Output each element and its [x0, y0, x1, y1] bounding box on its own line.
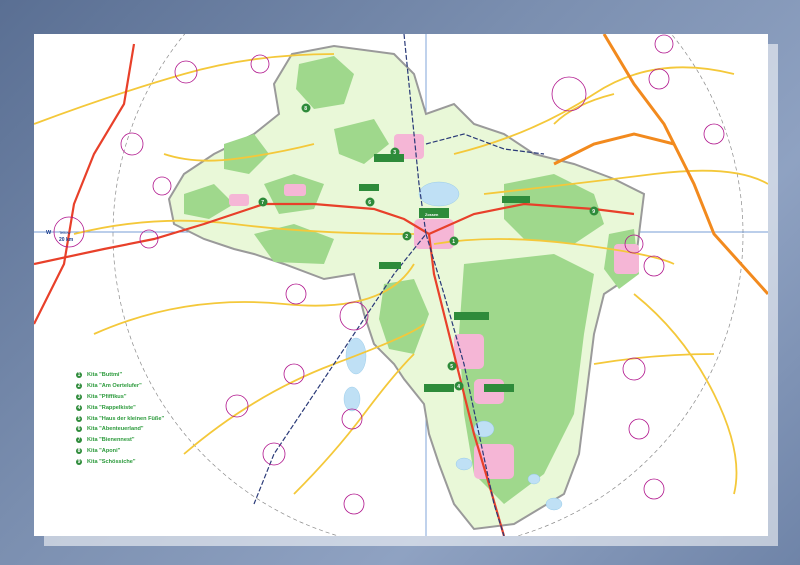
legend-number: 8: [76, 447, 82, 454]
legend-item: 3 Kita "Pfiffikus": [76, 392, 164, 403]
legend-item: 7 Kita "Bienennest": [76, 435, 164, 446]
kita-marker-4[interactable]: 4: [454, 381, 464, 391]
legend-item: 1 Kita "Buttmi": [76, 370, 164, 381]
legend-item: 4 Kita "Rappelkiste": [76, 402, 164, 413]
kita-legend: 1 Kita "Buttmi" 2 Kita "Am Oertelufer" 3 Ki…: [76, 370, 164, 467]
legend-item: 9 Kita "Schössiche": [76, 456, 164, 467]
legend-number: 5: [76, 415, 82, 422]
kita-marker-1[interactable]: 1: [449, 236, 459, 246]
legend-label: Kita "Am Oertelufer": [87, 383, 142, 390]
label-teltow: Teltow: [59, 230, 70, 235]
legend-number: 4: [76, 404, 82, 411]
svg-text:8: 8: [304, 106, 307, 112]
kita-marker-5[interactable]: 5: [447, 361, 457, 371]
legend-label: Kita "Aponi": [87, 447, 121, 454]
svg-text:4: 4: [457, 384, 460, 390]
legend-number: 7: [76, 437, 82, 444]
kita-marker-8[interactable]: 8: [301, 103, 311, 113]
legend-number: 2: [76, 383, 82, 390]
svg-text:2: 2: [405, 234, 408, 240]
kita-marker-3[interactable]: 3: [390, 147, 400, 157]
label-distance: 20 km: [59, 237, 74, 243]
label-zossen: Zossen: [425, 213, 439, 217]
legend-number: 3: [76, 393, 82, 400]
svg-text:6: 6: [368, 200, 371, 206]
legend-number: 1: [76, 372, 82, 379]
legend-number: 9: [76, 458, 82, 465]
svg-text:5: 5: [450, 364, 453, 370]
compass-west: W: [46, 230, 52, 236]
legend-item: 2 Kita "Am Oertelufer": [76, 381, 164, 392]
legend-label: Kita "Pfiffikus": [87, 393, 127, 400]
legend-label: Kita "Schössiche": [87, 458, 136, 465]
legend-item: 8 Kita "Aponi": [76, 446, 164, 457]
map-panel[interactable]: Zossen W Teltow 20 km 1 2 3 4 5 6 7 8 9 …: [34, 34, 768, 536]
svg-text:3: 3: [393, 150, 396, 156]
legend-item: 5 Kita "Haus der kleinen Füße": [76, 413, 164, 424]
svg-text:9: 9: [592, 209, 595, 215]
legend-label: Kita "Bienennest": [87, 437, 135, 444]
kita-marker-2[interactable]: 2: [402, 231, 412, 241]
legend-label: Kita "Haus der kleinen Füße": [87, 415, 165, 422]
legend-label: Kita "Rappelkiste": [87, 404, 136, 411]
svg-text:1: 1: [452, 239, 455, 245]
legend-item: 6 Kita "Abenteuerland": [76, 424, 164, 435]
legend-number: 6: [76, 426, 82, 433]
legend-label: Kita "Buttmi": [87, 372, 123, 379]
kita-marker-9[interactable]: 9: [589, 206, 599, 216]
legend-label: Kita "Abenteuerland": [87, 426, 144, 433]
kita-marker-6[interactable]: 6: [365, 197, 375, 207]
kita-marker-7[interactable]: 7: [258, 197, 268, 207]
svg-text:7: 7: [261, 200, 264, 206]
